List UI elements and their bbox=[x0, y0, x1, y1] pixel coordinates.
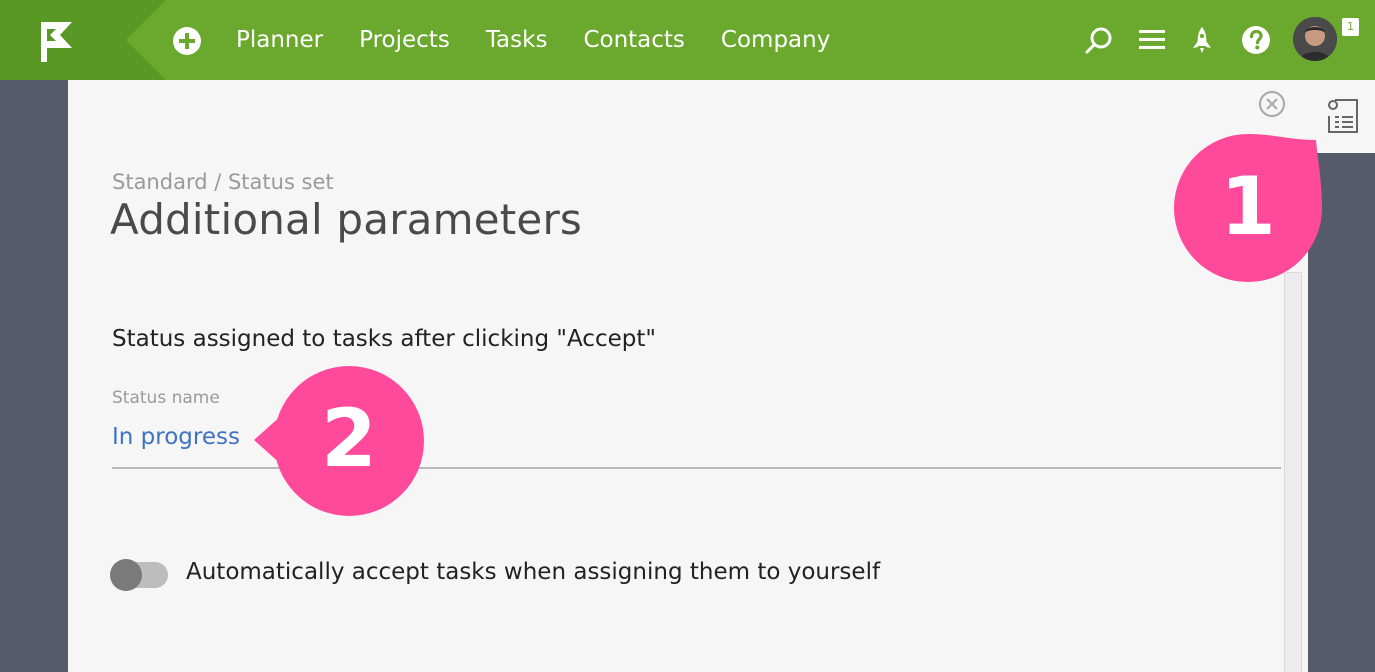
avatar[interactable] bbox=[1293, 17, 1337, 61]
callout-2: 2 bbox=[252, 366, 426, 516]
section-heading: Status assigned to tasks after clicking … bbox=[112, 326, 656, 352]
plus-circle-icon[interactable] bbox=[172, 26, 202, 56]
menu-icon[interactable] bbox=[1136, 24, 1168, 56]
nav-item-tasks[interactable]: Tasks bbox=[486, 27, 548, 53]
main-nav: Planner Projects Tasks Contacts Company bbox=[236, 0, 866, 80]
logo[interactable] bbox=[0, 0, 166, 80]
auto-accept-label: Automatically accept tasks when assignin… bbox=[186, 559, 881, 585]
status-name-label: Status name bbox=[112, 388, 220, 408]
page-title: Additional parameters bbox=[110, 195, 583, 244]
search-icon[interactable] bbox=[1083, 24, 1115, 56]
panel-scrollbar[interactable] bbox=[1284, 272, 1302, 672]
flag-logo-icon bbox=[0, 0, 166, 80]
help-icon[interactable] bbox=[1240, 24, 1272, 56]
top-navigation-bar: Planner Projects Tasks Contacts Company … bbox=[0, 0, 1375, 80]
settings-list-icon[interactable] bbox=[1325, 96, 1361, 136]
callout-1-number: 1 bbox=[1220, 160, 1276, 253]
nav-item-contacts[interactable]: Contacts bbox=[583, 27, 684, 53]
auto-accept-toggle[interactable] bbox=[110, 559, 168, 591]
toggle-knob bbox=[110, 559, 142, 591]
notification-badge[interactable]: 1 bbox=[1342, 18, 1359, 36]
nav-item-planner[interactable]: Planner bbox=[236, 27, 323, 53]
callout-2-number: 2 bbox=[321, 392, 377, 485]
breadcrumb: Standard / Status set bbox=[112, 170, 334, 194]
status-name-select[interactable]: In progress bbox=[112, 424, 240, 450]
user-avatar-icon bbox=[1293, 17, 1337, 61]
rocket-icon[interactable] bbox=[1186, 24, 1218, 56]
nav-item-company[interactable]: Company bbox=[721, 27, 830, 53]
close-circle-icon[interactable] bbox=[1257, 90, 1287, 120]
nav-item-projects[interactable]: Projects bbox=[359, 27, 450, 53]
callout-1: 1 bbox=[1172, 132, 1324, 284]
